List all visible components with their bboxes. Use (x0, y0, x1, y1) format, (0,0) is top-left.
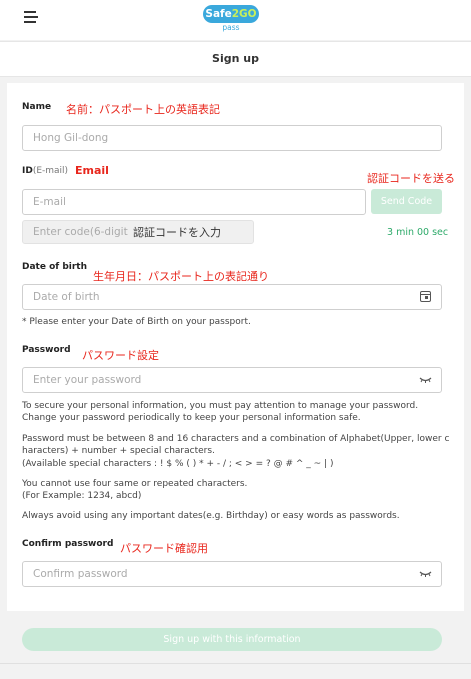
send-code-annotation: 認証コードを送る (367, 172, 455, 185)
bottom-divider (0, 663, 471, 664)
code-input-placeholder: Enter code(6-digit (33, 226, 128, 238)
password-rule-7: (For Example: 1234, abcd) (22, 491, 142, 501)
hamburger-menu-icon[interactable] (24, 11, 38, 23)
confirm-password-placeholder: Confirm password (33, 568, 128, 580)
password-rule-3: Password must be between 8 and 16 charac… (22, 434, 450, 444)
dob-input-placeholder: Date of birth (33, 291, 100, 303)
password-rule-4: haracters) + number + special characters… (22, 446, 215, 456)
code-annotation: 認証コードを入力 (133, 226, 221, 239)
calendar-icon[interactable] (420, 291, 431, 302)
id-label-text: ID (22, 166, 33, 176)
send-code-button[interactable]: Send Code (371, 189, 442, 214)
logo-text-2go: 2GO (231, 8, 257, 20)
name-label: Name (22, 102, 52, 112)
password-rule-8: Always avoid using any important dates(e… (22, 511, 400, 521)
email-annotation: Email (75, 164, 109, 177)
name-input-placeholder: Hong Gil-dong (33, 132, 109, 144)
signup-form-card (7, 83, 464, 611)
code-timer: 3 min 00 sec (387, 227, 449, 238)
logo-text-safe: Safe (205, 8, 232, 20)
safe2go-logo[interactable]: Safe2GO pass (203, 5, 259, 33)
dob-input[interactable]: Date of birth (22, 284, 442, 310)
name-annotation: 名前：パスポート上の英語表記 (66, 103, 220, 116)
eye-closed-icon[interactable] (419, 571, 432, 577)
password-annotation: パスワード設定 (82, 349, 159, 362)
id-label-suffix: (E-mail) (32, 166, 69, 176)
confirm-password-annotation: パスワード確認用 (120, 542, 208, 555)
dob-hint: * Please enter your Date of Birth on you… (22, 317, 251, 327)
logo-mark: Safe2GO (203, 5, 259, 23)
id-label: ID(E-mail) (22, 166, 68, 176)
password-rule-2: Change your password periodically to kee… (22, 413, 361, 423)
dob-annotation: 生年月日：パスポート上の表記通り (93, 270, 269, 283)
name-input[interactable]: Hong Gil-dong (22, 125, 442, 151)
dob-label: Date of birth (22, 262, 87, 272)
password-label: Password (22, 345, 71, 355)
app-header: Safe2GO pass (0, 0, 471, 40)
password-rule-6: You cannot use four same or repeated cha… (22, 479, 248, 489)
confirm-password-label: Confirm password (22, 539, 114, 549)
page-title: Sign up (0, 41, 471, 77)
eye-closed-icon[interactable] (419, 377, 432, 383)
email-input-placeholder: E-mail (33, 196, 66, 208)
password-rule-1: To secure your personal information, you… (22, 401, 419, 411)
password-rule-5: (Available special characters : ! $ % ( … (22, 459, 334, 469)
confirm-password-input[interactable]: Confirm password (22, 561, 442, 587)
password-input-placeholder: Enter your password (33, 374, 142, 386)
signup-submit-button[interactable]: Sign up with this information (22, 628, 442, 651)
email-input[interactable]: E-mail (22, 189, 366, 215)
password-input[interactable]: Enter your password (22, 367, 442, 393)
logo-subtext: pass (222, 23, 240, 32)
